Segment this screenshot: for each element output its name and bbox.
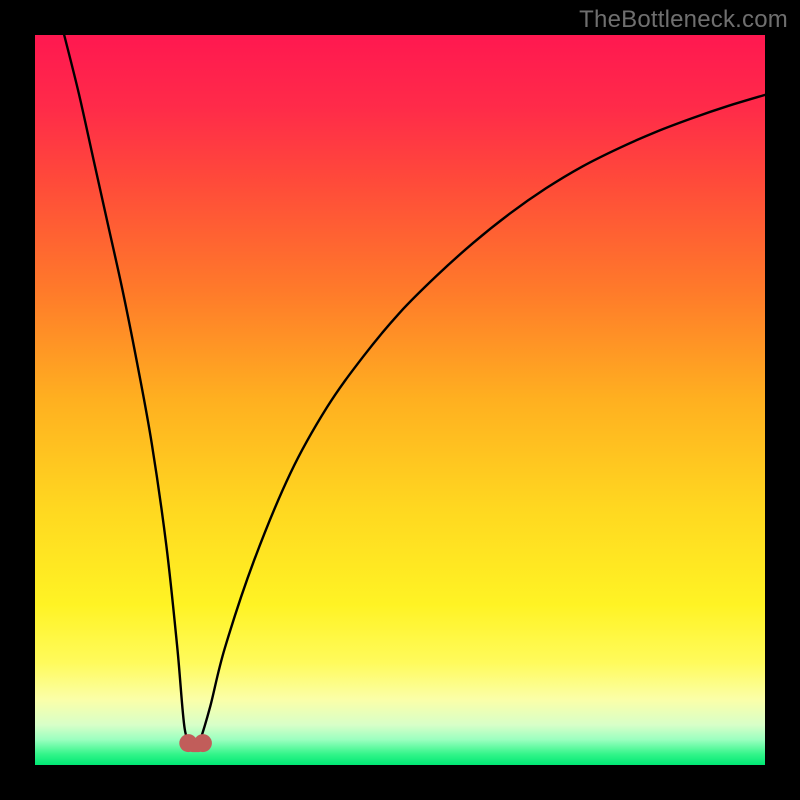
watermark-text: TheBottleneck.com <box>579 6 788 34</box>
chart-frame: TheBottleneck.com <box>0 0 800 800</box>
marker-optimal-right <box>194 734 212 752</box>
optimal-markers <box>179 734 212 752</box>
bottleneck-curve <box>64 35 765 749</box>
curve-layer <box>35 35 765 765</box>
plot-area <box>35 35 765 765</box>
